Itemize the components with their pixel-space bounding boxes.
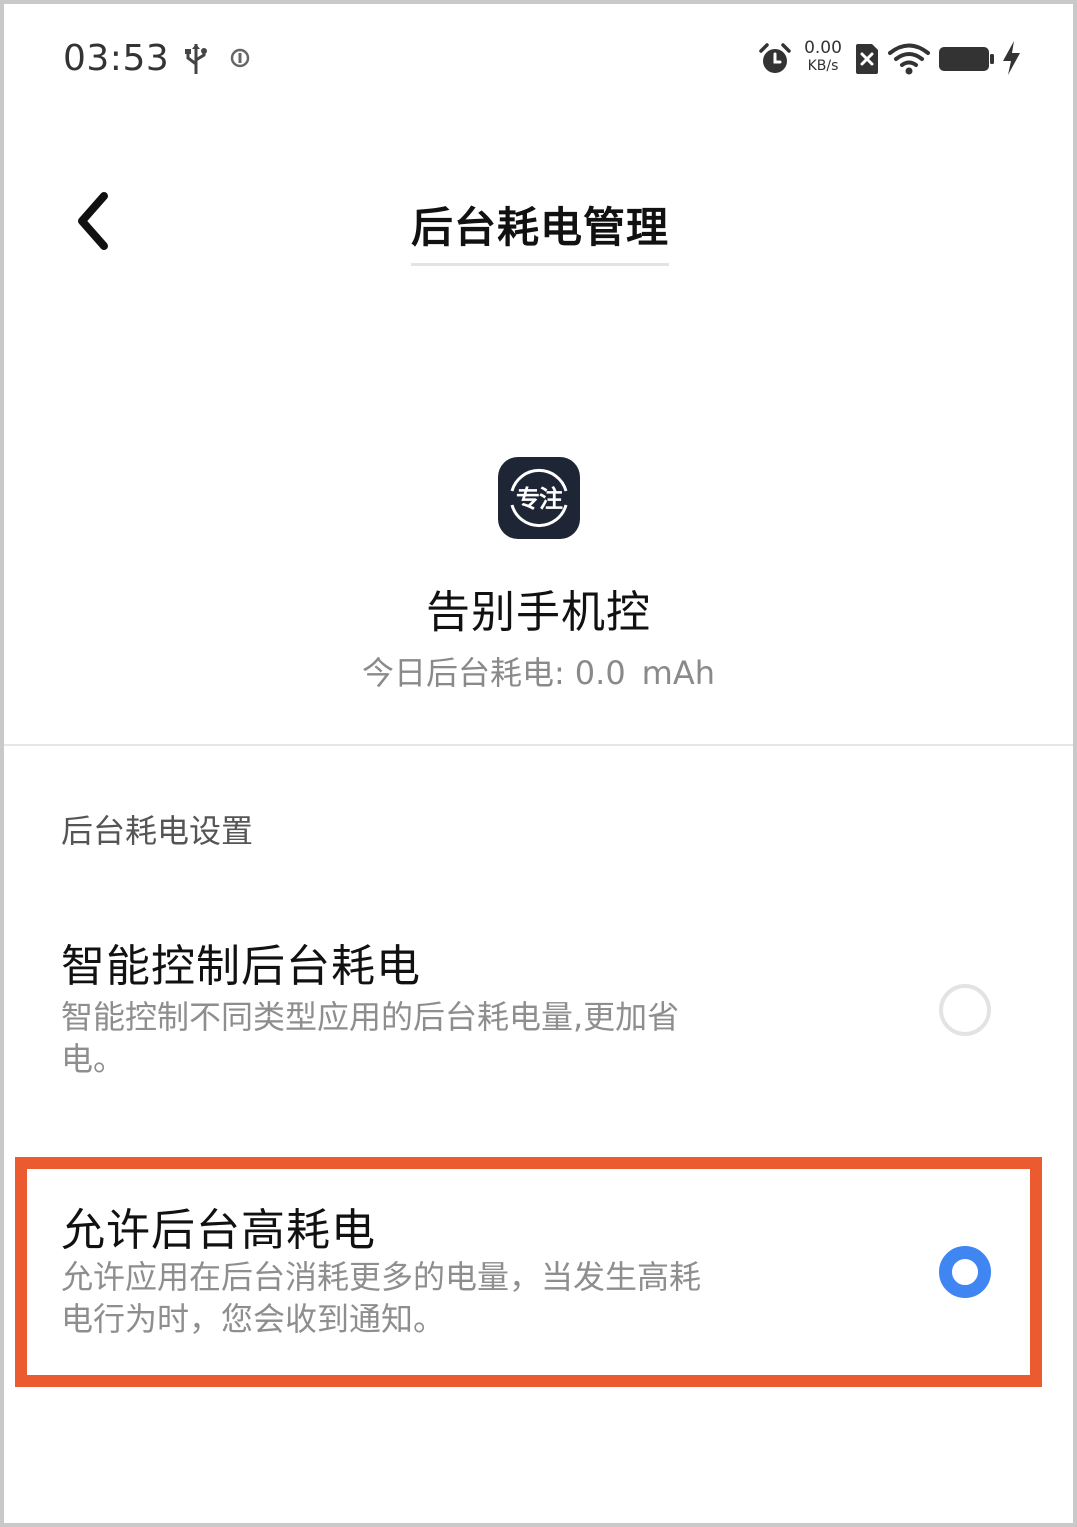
option-description-line: 智能控制不同类型应用的后台耗电量,更加省 [61,998,680,1036]
option-title: 智能控制后台耗电 [61,941,421,992]
option-allow-high-power[interactable]: 允许后台高耗电 允许应用在后台消耗更多的电量，当发生高耗 电行为时，您会收到通知… [4,1194,1073,1364]
radio-button-unselected[interactable] [939,984,991,1036]
network-speed-value: 0.00 [804,38,842,58]
usage-label: 今日后台耗电: [361,654,565,692]
status-time: 03:53 [63,38,170,79]
battery-icon [939,47,994,71]
wifi-icon [888,43,930,75]
option-description-line: 电。 [61,1040,126,1078]
app-usage: 今日后台耗电: 0.0 mAh [300,648,777,694]
app-icon-text: 专注 [516,485,563,513]
sim-x-icon [856,44,878,74]
network-speed: 0.00 KB/s [802,38,844,74]
section-title: 后台耗电设置 [61,812,254,850]
option-description-line: 允许应用在后台消耗更多的电量，当发生高耗 [61,1258,702,1296]
option-description-line: 电行为时，您会收到通知。 [61,1300,446,1338]
charging-icon [1003,41,1020,75]
back-button[interactable] [66,186,122,256]
usage-value: 0.0 [574,654,626,692]
alarm-icon [759,43,791,73]
app-icon: 专注 [498,457,580,539]
usage-unit: mAh [641,654,716,692]
option-title: 允许后台高耗电 [61,1205,376,1256]
app-name: 告别手机控 [426,587,651,638]
divider [4,744,1073,746]
network-speed-unit: KB/s [807,58,839,74]
usb-icon [185,44,207,74]
page-title: 后台耗电管理 [340,194,740,266]
radio-button-selected[interactable] [939,1246,991,1298]
page-title-text: 后台耗电管理 [410,194,669,266]
option-description: 智能控制不同类型应用的后台耗电量,更加省 电。 [61,996,781,1080]
info-icon [230,48,250,68]
option-smart-control[interactable]: 智能控制后台耗电 智能控制不同类型应用的后台耗电量,更加省 电。 [4,930,1073,1090]
option-description: 允许应用在后台消耗更多的电量，当发生高耗 电行为时，您会收到通知。 [61,1256,781,1340]
status-bar: 03:53 0.00 KB/s [0,0,1077,120]
